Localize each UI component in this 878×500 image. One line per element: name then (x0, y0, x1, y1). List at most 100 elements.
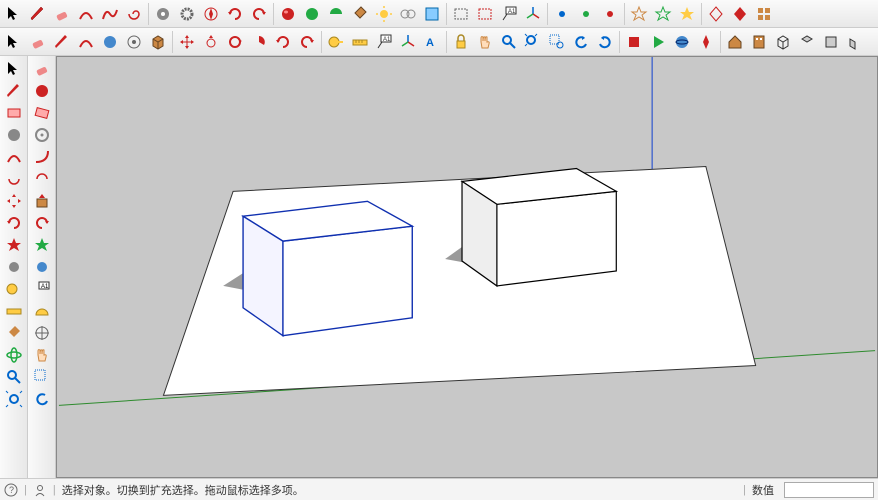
house-tool[interactable] (723, 30, 747, 54)
rotate-tool[interactable] (223, 2, 247, 26)
eraser-tool[interactable] (50, 2, 74, 26)
zoom-extents-tool[interactable] (521, 30, 545, 54)
circle-center-side[interactable] (30, 124, 54, 146)
undo-side[interactable] (30, 388, 54, 410)
arc-tool-2[interactable] (74, 30, 98, 54)
spiral-tool[interactable] (122, 2, 146, 26)
axis-tool[interactable] (521, 2, 545, 26)
cube-tool[interactable] (146, 30, 170, 54)
select-tool[interactable] (2, 2, 26, 26)
half-circle-tool[interactable] (324, 2, 348, 26)
zoom-win-side[interactable] (30, 366, 54, 388)
person-icon[interactable] (33, 483, 47, 497)
rotate-cw-side[interactable] (30, 212, 54, 234)
text-note-tool[interactable]: A1 (497, 2, 521, 26)
disc-small-side[interactable] (2, 256, 26, 278)
measure-tool[interactable] (348, 30, 372, 54)
eraser-tool-2[interactable] (26, 30, 50, 54)
curve-red-side[interactable] (2, 146, 26, 168)
diamond-tool[interactable] (704, 2, 728, 26)
star-red-side[interactable] (2, 234, 26, 256)
sphere-tool[interactable] (276, 2, 300, 26)
window-tool[interactable] (420, 2, 444, 26)
target-side[interactable] (30, 322, 54, 344)
pie-rotate-tool[interactable] (247, 30, 271, 54)
info-icon[interactable]: ? (4, 483, 18, 497)
redo-nav-tool[interactable] (593, 30, 617, 54)
sun-tool[interactable] (372, 2, 396, 26)
arc-side[interactable] (30, 146, 54, 168)
tape-tool[interactable] (324, 30, 348, 54)
play-tool[interactable] (646, 30, 670, 54)
star-tool-2[interactable] (651, 2, 675, 26)
tape-side[interactable] (2, 278, 26, 300)
move-tool[interactable] (175, 30, 199, 54)
value-input[interactable] (784, 482, 874, 498)
dashed-rect-tool-2[interactable] (473, 2, 497, 26)
zoom-window-tool[interactable] (545, 30, 569, 54)
line-tool[interactable] (26, 2, 50, 26)
left-view-tool[interactable] (843, 30, 867, 54)
dot-red-tool[interactable] (598, 2, 622, 26)
lock-tool[interactable] (449, 30, 473, 54)
front-view-tool[interactable] (819, 30, 843, 54)
undo-nav-tool[interactable] (569, 30, 593, 54)
disc-tool[interactable] (151, 2, 175, 26)
freehand-tool[interactable] (98, 2, 122, 26)
crosshair-side[interactable] (2, 190, 26, 212)
viewport-3d[interactable] (56, 56, 878, 478)
rect-rot-side[interactable] (30, 102, 54, 124)
rotate-move-tool[interactable] (199, 30, 223, 54)
rotate-arrows-tool[interactable] (223, 30, 247, 54)
disc-blue-tool[interactable] (98, 30, 122, 54)
iso-view-tool[interactable] (771, 30, 795, 54)
select-tool-2[interactable] (2, 30, 26, 54)
sphere-view-tool[interactable] (670, 30, 694, 54)
compass-tool[interactable] (199, 2, 223, 26)
target-tool[interactable] (122, 30, 146, 54)
rotate-cw-tool[interactable] (295, 30, 319, 54)
circles-tool[interactable] (396, 2, 420, 26)
axis-tool-2[interactable] (396, 30, 420, 54)
text-note-side[interactable]: A1 (30, 278, 54, 300)
paint-side[interactable] (2, 322, 26, 344)
gear-tool[interactable] (175, 2, 199, 26)
diamond-tool-2[interactable] (728, 2, 752, 26)
filled-circle-tool[interactable] (300, 2, 324, 26)
magnify-tool[interactable] (497, 30, 521, 54)
dot-green-tool[interactable] (574, 2, 598, 26)
select-tool-side[interactable] (2, 58, 26, 80)
spiral-side[interactable] (2, 168, 26, 190)
rect-side[interactable] (2, 102, 26, 124)
right-view-tool[interactable] (867, 30, 878, 54)
circle-side[interactable] (2, 124, 26, 146)
magnify-side[interactable] (2, 366, 26, 388)
hand-tool[interactable] (473, 30, 497, 54)
stop-tool[interactable] (622, 30, 646, 54)
spiral-alt-side[interactable] (30, 168, 54, 190)
disc-blue-side[interactable] (30, 256, 54, 278)
rotate-ccw-tool[interactable] (271, 30, 295, 54)
redo-tool[interactable] (247, 2, 271, 26)
protractor-side[interactable] (30, 300, 54, 322)
rotate-ccw-side[interactable] (2, 212, 26, 234)
star-green-side[interactable] (30, 234, 54, 256)
3d-text-tool[interactable]: A (420, 30, 444, 54)
crosshair-alt-side[interactable] (30, 190, 54, 212)
zoom-ext-side[interactable] (2, 388, 26, 410)
paint-tool[interactable] (348, 2, 372, 26)
grid-tool[interactable] (752, 2, 776, 26)
pencil-tool-2[interactable] (50, 30, 74, 54)
hand-side[interactable] (30, 344, 54, 366)
measure-side[interactable] (2, 300, 26, 322)
compass-red-tool[interactable] (694, 30, 718, 54)
pencil-side[interactable] (2, 80, 26, 102)
dot-blue-tool[interactable] (550, 2, 574, 26)
arc-tool[interactable] (74, 2, 98, 26)
dashed-rect-tool[interactable] (449, 2, 473, 26)
building-tool[interactable] (747, 30, 771, 54)
top-view-tool[interactable] (795, 30, 819, 54)
star-filled-tool[interactable] (675, 2, 699, 26)
globe-side[interactable] (30, 80, 54, 102)
orbit-side[interactable] (2, 344, 26, 366)
